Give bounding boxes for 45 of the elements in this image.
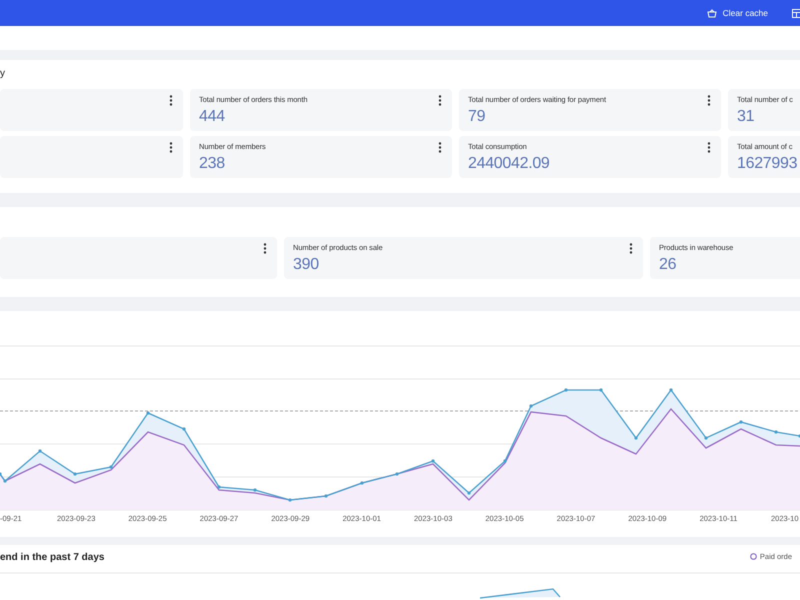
data-point xyxy=(564,388,568,392)
more-icon[interactable] xyxy=(263,243,267,254)
legend-icon xyxy=(750,553,757,560)
data-point xyxy=(73,472,77,476)
data-point xyxy=(288,498,292,502)
stat-value: 26 xyxy=(659,255,676,275)
data-point xyxy=(109,465,113,469)
more-icon[interactable] xyxy=(438,95,442,106)
data-point xyxy=(774,430,778,434)
stat-value: 2440042.09 xyxy=(468,154,550,174)
more-icon[interactable] xyxy=(438,142,442,153)
data-point xyxy=(360,481,364,485)
more-icon[interactable] xyxy=(169,142,173,153)
data-point xyxy=(669,388,673,392)
panel-title: y xyxy=(0,67,6,81)
more-icon[interactable] xyxy=(169,95,173,106)
data-point xyxy=(217,485,221,489)
more-icon[interactable] xyxy=(629,243,633,254)
stat-value: 31 xyxy=(737,107,754,127)
data-point xyxy=(395,472,399,476)
more-icon[interactable] xyxy=(707,95,711,106)
stat-value: 390 xyxy=(293,255,319,275)
data-point xyxy=(634,436,638,440)
basket-icon[interactable] xyxy=(706,8,717,18)
data-point xyxy=(182,427,186,431)
layout-icon[interactable] xyxy=(792,8,800,18)
data-point xyxy=(467,491,471,495)
data-point xyxy=(324,494,328,498)
data-point xyxy=(739,420,743,424)
more-icon[interactable] xyxy=(707,142,711,153)
stat-value: 79 xyxy=(468,107,486,127)
data-point xyxy=(529,404,533,408)
stat-value: 238 xyxy=(199,154,225,174)
data-point xyxy=(431,459,435,463)
stat-value: 444 xyxy=(199,107,225,127)
data-point xyxy=(599,388,603,392)
data-point xyxy=(38,449,42,453)
data-point xyxy=(3,479,7,483)
panel-title: end in the past 7 days xyxy=(0,551,104,565)
data-point xyxy=(146,411,150,415)
data-point xyxy=(503,459,507,463)
clear-cache-button[interactable]: Clear cache xyxy=(722,6,768,20)
data-point xyxy=(704,436,708,440)
stat-value: 1627993 xyxy=(737,154,798,174)
data-point xyxy=(253,488,257,492)
